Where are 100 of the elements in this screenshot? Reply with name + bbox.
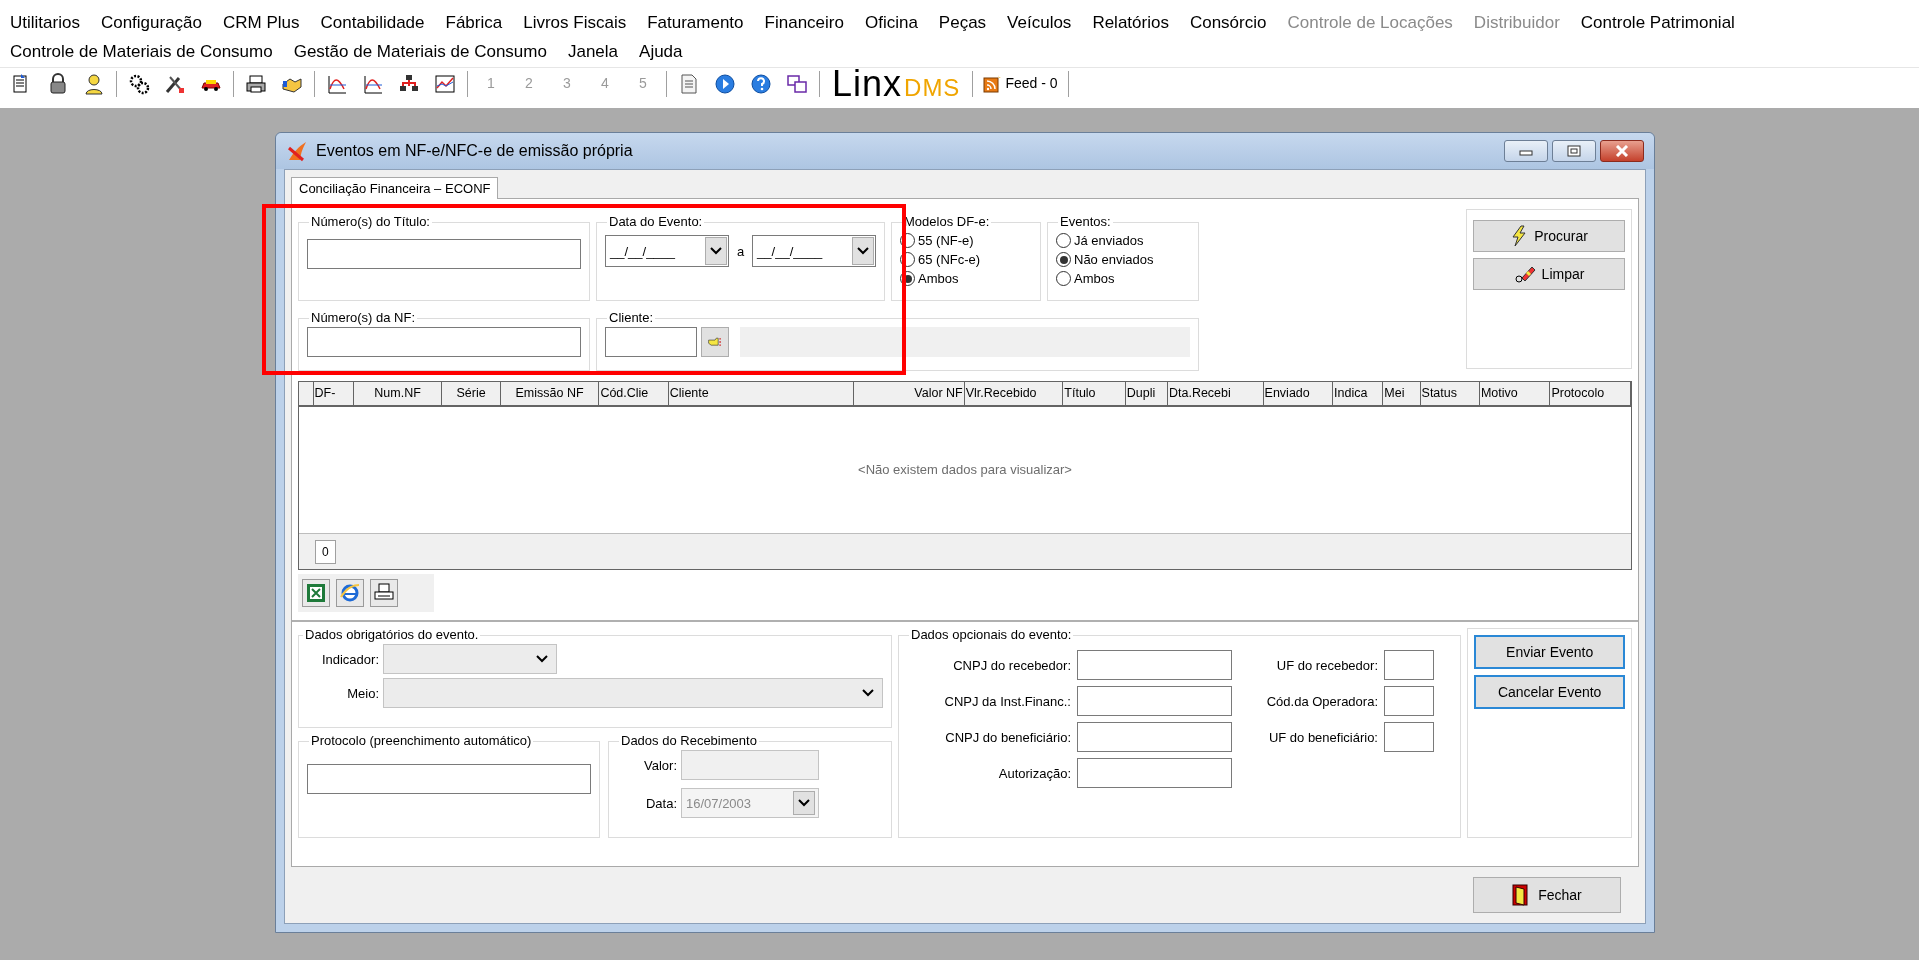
radio-option[interactable]: 65 (NFc-e) (900, 250, 1032, 270)
menu-item[interactable]: Utilitarios (10, 8, 80, 37)
radio-option[interactable]: Já enviados (1056, 231, 1190, 251)
column-header[interactable]: Protocolo (1549, 382, 1631, 406)
menu-item[interactable]: Consórcio (1189, 8, 1267, 37)
menu-item[interactable]: Configuração (100, 8, 203, 37)
door-icon (1512, 884, 1529, 906)
group-label: Dados do Recebimento (620, 734, 758, 749)
person-icon[interactable] (83, 72, 105, 95)
menu-item[interactable]: Peças (938, 8, 987, 37)
short-input-field[interactable] (1384, 722, 1434, 753)
event-button[interactable]: Enviar Evento (1474, 635, 1625, 669)
field-label: Data: (644, 794, 677, 813)
event-button[interactable]: Cancelar Evento (1474, 675, 1625, 709)
column-header[interactable]: Num.NF (353, 382, 442, 406)
menu-item[interactable]: Contabilidade (320, 8, 425, 37)
column-header[interactable]: Dupli (1125, 382, 1168, 406)
menu-item[interactable]: Faturamento (647, 8, 744, 37)
column-header[interactable]: Enviado (1263, 382, 1333, 406)
chevron-down-icon[interactable] (857, 247, 869, 256)
group-label: Número(s) da NF: (310, 311, 417, 326)
radio-option[interactable]: Ambos (900, 269, 1032, 289)
search-button[interactable]: Procurar (1473, 220, 1625, 252)
app-icon (286, 140, 308, 162)
field-label: CNPJ do recebedor: (952, 656, 1071, 675)
spreadsheet-icon[interactable] (306, 583, 326, 603)
input-field[interactable] (1077, 650, 1232, 681)
column-header[interactable]: Cliente (668, 382, 854, 406)
feed-button[interactable]: Feed - 0 (981, 73, 1060, 94)
close-button[interactable]: Fechar (1473, 877, 1621, 913)
menu-item[interactable]: Relatórios (1092, 8, 1169, 37)
column-header[interactable]: Status (1420, 382, 1480, 406)
column-header[interactable]: Dta.Recebi (1167, 382, 1264, 406)
menu-item[interactable]: Controle de Materiais de Consumo (10, 37, 273, 66)
printer-icon[interactable] (245, 72, 267, 95)
column-header[interactable]: Mei (1382, 382, 1421, 406)
title-number-field[interactable] (307, 239, 581, 270)
group-label: Data do Evento: (608, 215, 704, 230)
column-header[interactable]: Vlr.Recebido (964, 382, 1063, 406)
menu-item[interactable]: Janela (567, 37, 619, 66)
play-icon[interactable] (714, 72, 736, 95)
tab[interactable]: Conciliação Financeira – ECONF (291, 177, 499, 199)
menu-item[interactable]: Ajuda (639, 37, 683, 66)
menu-item[interactable]: Controle Patrimonial (1580, 8, 1735, 37)
maximize-icon[interactable] (1567, 145, 1581, 157)
windows-icon[interactable] (786, 72, 808, 95)
logo-text: Linx (832, 65, 903, 102)
menu-item[interactable]: Fábrica (445, 8, 503, 37)
field-label: Valor: (643, 756, 677, 775)
field-label: UF do beneficiário: (1267, 728, 1378, 747)
field-label: Indicador: (320, 650, 379, 669)
clear-button[interactable]: Limpar (1473, 258, 1625, 290)
chevron-down-icon[interactable] (709, 247, 722, 256)
radio-option[interactable]: Não enviados (1056, 250, 1190, 270)
field-label: CNPJ do beneficiário: (944, 728, 1071, 747)
column-header[interactable]: Título (1062, 382, 1126, 406)
printer-icon[interactable] (374, 583, 394, 603)
group-label: Protocolo (preenchimento automático) (310, 734, 533, 749)
column-header[interactable]: Emissão NF (500, 382, 599, 406)
field-label: Cód.da Operadora: (1265, 692, 1378, 711)
column-header[interactable]: Motivo (1479, 382, 1550, 406)
short-input-field[interactable] (1384, 686, 1434, 717)
protocol-field[interactable] (307, 764, 591, 795)
field-label: Autorização: (997, 764, 1071, 783)
date-field[interactable]: __/__/____ (752, 235, 876, 268)
menu-item[interactable]: Gestão de Materiais de Consumo (293, 37, 547, 66)
line-chart-icon[interactable] (434, 72, 456, 95)
group-label: Cliente: (608, 311, 655, 326)
short-input-field[interactable] (1384, 650, 1434, 681)
column-header[interactable]: Indica (1332, 382, 1383, 406)
radio-option[interactable]: Ambos (1056, 269, 1190, 289)
menu-item[interactable]: Financeiro (764, 8, 844, 37)
column-header[interactable]: DF- (313, 382, 354, 406)
lock-icon[interactable] (47, 72, 69, 95)
help-icon[interactable] (750, 72, 772, 95)
range-separator: a (736, 242, 745, 261)
date-field[interactable]: __/__/____ (605, 235, 729, 268)
invoice-number-field[interactable] (307, 327, 581, 358)
window-title: Eventos em NF-e/NFC-e de emissão própria (316, 141, 634, 161)
browser-icon[interactable] (340, 583, 360, 603)
input-field[interactable] (1077, 686, 1232, 717)
group-label: Número(s) do Título: (310, 215, 431, 230)
group-label: Dados opcionais do evento: (910, 628, 1073, 643)
column-header[interactable]: Cód.Clie (598, 382, 669, 406)
field-label: Meio: (346, 684, 379, 703)
menu-item[interactable]: Livros Fiscais (523, 8, 627, 37)
input-field[interactable] (1077, 722, 1232, 753)
gear-icon[interactable] (128, 72, 150, 95)
menu-item[interactable]: Oficina (864, 8, 918, 37)
close-icon[interactable] (1615, 145, 1629, 157)
client-code-field[interactable] (605, 327, 697, 358)
lightning-icon (1510, 225, 1529, 247)
column-header[interactable]: Valor NF (853, 382, 965, 406)
menu-item[interactable]: CRM Plus (223, 8, 300, 37)
column-header[interactable]: Série (441, 382, 501, 406)
eraser-icon (1513, 264, 1536, 284)
menu-item[interactable]: Veículos (1007, 8, 1072, 37)
input-field[interactable] (1077, 758, 1232, 789)
radio-option[interactable]: 55 (NF-e) (900, 231, 1032, 251)
group-label: Eventos: (1059, 215, 1112, 230)
